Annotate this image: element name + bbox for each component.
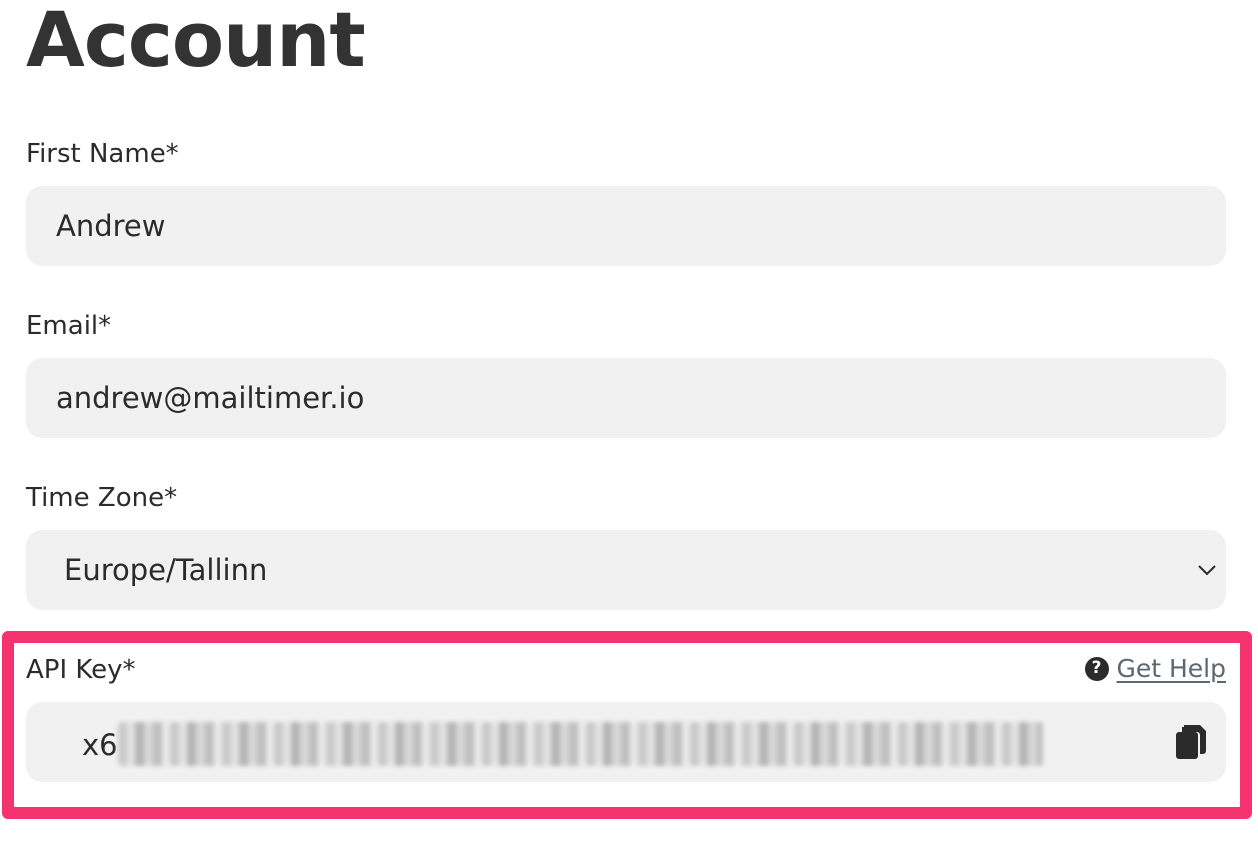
email-label: Email* — [26, 311, 112, 341]
first-name-label: First Name* — [26, 139, 179, 169]
page-title: Account — [26, 0, 366, 84]
time-zone-selected-value: Europe/Tallinn — [64, 553, 268, 587]
get-help-label: Get Help — [1116, 654, 1227, 683]
account-page: Account First Name* Email* Time Zone* Eu… — [0, 0, 1258, 862]
copy-icon[interactable] — [1174, 723, 1208, 761]
email-input[interactable] — [26, 358, 1226, 438]
first-name-field-wrapper — [26, 186, 1226, 266]
get-help-link[interactable]: ? Get Help — [1084, 654, 1227, 683]
api-key-field[interactable]: x6 — [26, 702, 1226, 782]
question-circle-icon: ? — [1084, 656, 1109, 681]
email-field-wrapper — [26, 358, 1226, 438]
time-zone-select[interactable]: Europe/Tallinn — [26, 530, 1226, 610]
api-key-visible-prefix: x6 — [82, 728, 118, 762]
first-name-input[interactable] — [26, 186, 1226, 266]
api-key-redacted-value — [118, 722, 1043, 766]
api-key-label: API Key* — [26, 655, 136, 685]
chevron-down-icon — [1198, 565, 1216, 576]
time-zone-label: Time Zone* — [26, 483, 178, 513]
